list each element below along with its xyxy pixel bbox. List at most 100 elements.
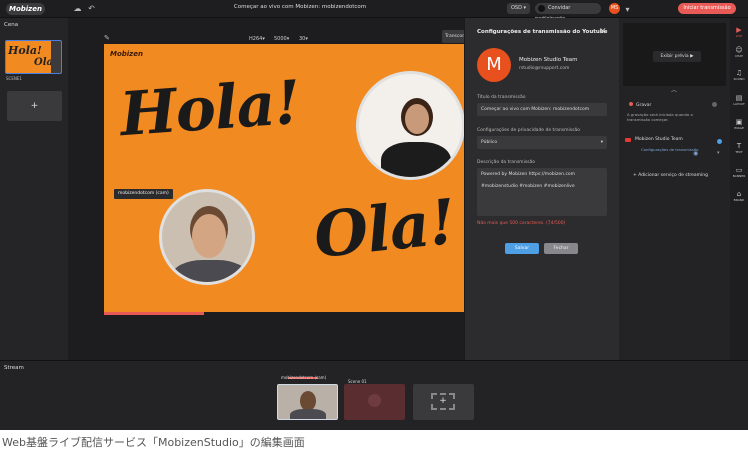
- close-button[interactable]: Fechar: [544, 243, 578, 254]
- youtube-account-name: Mobizen Studio Team: [635, 137, 683, 142]
- woman-face: [405, 104, 429, 134]
- stream-card-1-title: mobizendotcom (cam): [281, 375, 327, 380]
- description-textarea[interactable]: Powered by Mobizen https://mobizen.com #…: [477, 168, 607, 216]
- privacy-select[interactable]: Público ▾: [477, 136, 607, 149]
- quality-value: OSD: [511, 5, 522, 11]
- chevron-down-icon: ▾: [600, 140, 603, 145]
- youtube-settings-modal: Configurações de transmissão do Youtube …: [464, 18, 619, 360]
- character-limit-warning: Não mais que 500 caracteres. (74/500): [477, 221, 566, 226]
- chevron-down-icon[interactable]: ▾: [717, 150, 720, 156]
- cloud-icon[interactable]: ☁: [72, 3, 83, 14]
- broadcast-settings-link[interactable]: Configurações de transmissão: [641, 147, 701, 152]
- canvas-text-ola[interactable]: Ola!: [311, 185, 459, 272]
- chevron-down-icon[interactable]: ▾: [622, 4, 633, 15]
- side-toolbar: ▶ LIVE ☺ CHAT ♫ SOUND ▤ LAYOUT ▣ IMAGE T TEXT …: [730, 18, 748, 360]
- app-logo[interactable]: Mobizen: [6, 3, 45, 15]
- show-preview-button[interactable]: Exibir prévia ▶: [653, 51, 701, 62]
- toolbar-label: IMAGE: [734, 126, 744, 130]
- toolbar-brand[interactable]: ⌂ BRAND: [730, 190, 748, 202]
- user-avatar[interactable]: MS: [609, 3, 620, 14]
- youtube-toggle[interactable]: [717, 139, 722, 144]
- modal-title: Configurações de transmissão do Youtube: [477, 29, 608, 35]
- top-bar: Mobizen ☁ ↶ Começar ao vivo com Mobizen:…: [0, 0, 748, 22]
- toolbar-sound[interactable]: ♫ SOUND: [730, 69, 748, 81]
- toolbar-label: LAYOUT: [733, 102, 745, 106]
- toolbar-label: LIVE: [735, 34, 743, 38]
- record-toggle-row: Gravar: [629, 102, 651, 108]
- preview-label: Exibir prévia: [660, 54, 689, 59]
- account-email: rstudio@rsupport.com: [519, 66, 570, 71]
- fps-value: 30: [299, 36, 306, 42]
- transcode-button[interactable]: Transcodificar: [442, 30, 464, 43]
- film-icon: +: [431, 393, 455, 410]
- stream-card-body: [290, 409, 326, 419]
- webcam-woman[interactable]: [356, 71, 464, 180]
- webcam-man[interactable]: [159, 189, 255, 285]
- canvas-watermark: Mobizen: [110, 50, 143, 58]
- live-settings-panel: Exibir prévia ▶ ︿ Gravar A gravação será…: [619, 18, 730, 360]
- add-scene-button[interactable]: +: [7, 91, 62, 121]
- toolbar-text[interactable]: T TEXT: [730, 142, 748, 154]
- canvas-text-hola[interactable]: Hola!: [118, 68, 302, 150]
- record-description: A gravação será iniciada quando a transm…: [627, 112, 693, 122]
- camera-source-label: mobizendotcom (cam): [114, 189, 173, 199]
- undo-icon[interactable]: ↶: [86, 3, 97, 14]
- layout-icon: ▤: [735, 94, 743, 102]
- close-icon[interactable]: ✕: [599, 27, 607, 37]
- record-toggle[interactable]: [712, 102, 717, 107]
- chevron-up-icon[interactable]: ︿: [671, 85, 677, 94]
- add-service-label: Adicionar serviço de streaming: [638, 173, 708, 178]
- bitrate-select[interactable]: 5000▾: [274, 36, 289, 42]
- woman-body: [381, 142, 451, 177]
- title-field[interactable]: Começar ao vivo com Mobizen: mobizendotc…: [477, 103, 607, 116]
- toolbar-label: BRAND: [733, 198, 745, 202]
- scene-thumb-sidebar: [51, 41, 61, 73]
- fps-select[interactable]: 30▾: [299, 36, 308, 42]
- record-title: Gravar: [636, 103, 652, 108]
- man-face: [192, 214, 226, 258]
- codec-select[interactable]: H264▾: [249, 36, 265, 42]
- stream-card-camera[interactable]: [277, 384, 338, 420]
- start-broadcast-button[interactable]: Iniciar transmissão: [678, 3, 736, 14]
- record-icon: [629, 102, 633, 106]
- scene-name: SCENE1: [6, 76, 22, 81]
- stream-card-scene[interactable]: [344, 384, 405, 420]
- description-line-1: Powered by Mobizen https://mobizen.com: [481, 172, 576, 177]
- stream-strip: Stream mobizendotcom (cam) Scene 01 +: [0, 360, 748, 430]
- toolbar-banner[interactable]: ▭ BANNER: [730, 166, 748, 178]
- toolbar-label: BANNER: [732, 174, 746, 178]
- toolbar-image[interactable]: ▣ IMAGE: [730, 118, 748, 130]
- toolbar-label: SOUND: [733, 77, 745, 81]
- invite-participant-button[interactable]: Convidar participante: [535, 3, 601, 22]
- mobizen-studio-app: Mobizen ☁ ↶ Começar ao vivo com Mobizen:…: [0, 0, 748, 430]
- toolbar-live[interactable]: ▶ LIVE: [730, 26, 748, 38]
- codec-value: H264: [249, 36, 263, 42]
- toolbar-chat[interactable]: ☺ CHAT: [730, 46, 748, 58]
- add-stream-source-button[interactable]: +: [413, 384, 474, 420]
- broadcast-canvas[interactable]: Mobizen Hola! Ola!: [104, 44, 464, 312]
- preview-box: Exibir prévia ▶: [623, 23, 726, 86]
- account-name: Mobizen Studio Team: [519, 57, 578, 63]
- scene-panel: Cena Hola! Ola! SCENE1 +: [0, 18, 68, 360]
- add-streaming-service-button[interactable]: + Adicionar serviço de streaming: [633, 173, 708, 178]
- scene-thumbnail[interactable]: Hola! Ola!: [5, 40, 62, 74]
- text-icon: T: [736, 142, 742, 150]
- sound-icon: ♫: [735, 69, 743, 77]
- edit-tool-icon[interactable]: ✎: [104, 34, 110, 42]
- privacy-value: Público: [481, 140, 498, 145]
- save-button[interactable]: Salvar: [505, 243, 539, 254]
- brand-icon: ⌂: [736, 190, 742, 198]
- quality-select[interactable]: OSD ▾: [507, 3, 531, 14]
- stream-card-face: [300, 391, 316, 411]
- stream-heading: Stream: [4, 365, 24, 371]
- scene-heading: Cena: [4, 22, 19, 28]
- bitrate-value: 5000: [274, 36, 287, 42]
- chat-icon: ☺: [735, 46, 743, 54]
- toolbar-layout[interactable]: ▤ LAYOUT: [730, 94, 748, 106]
- eye-icon[interactable]: ◉: [693, 150, 698, 157]
- title-field-label: Título da transmissão: [477, 95, 526, 100]
- description-line-2: #mobizenstudio #mobizen #mobizenlive: [481, 184, 575, 189]
- account-avatar: M: [477, 48, 511, 82]
- toolbar-label: CHAT: [734, 54, 743, 58]
- toolbar-label: TEXT: [735, 150, 743, 154]
